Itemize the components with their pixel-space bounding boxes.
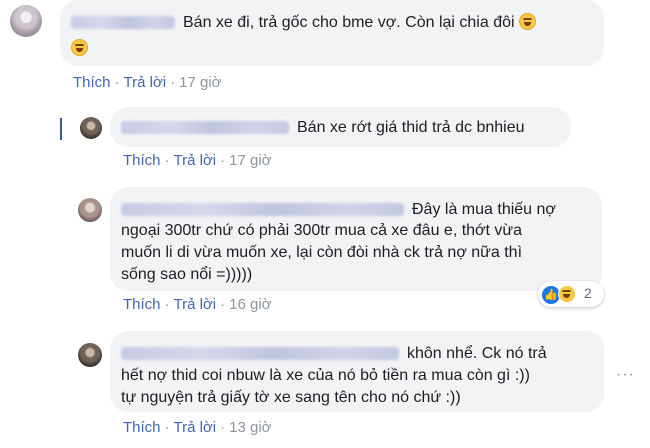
reply-link[interactable]: Trả lời	[174, 419, 217, 436]
grinning-squint-icon	[71, 39, 88, 56]
like-link[interactable]: Thích	[123, 152, 161, 169]
commenter-name-blurred[interactable]	[71, 16, 175, 30]
comment-bubble: Bán xe rớt giá thid trả dc bnhieu	[110, 107, 571, 147]
comment-text-line: ngoại 300tr chứ có phải 300tr mua cả xe …	[121, 222, 523, 239]
comment-bubble: khôn nhể. Ck nó trả hết nợ thid coi nbuw…	[110, 331, 604, 412]
reply-link[interactable]: Trả lời	[174, 152, 217, 169]
comment-text-line: hết nợ thid coi nbuw là xe của nó bỏ tiề…	[121, 367, 530, 384]
timestamp[interactable]: 13 giờ	[229, 419, 271, 436]
separator: ·	[164, 152, 170, 169]
comment-bubble: Đây là mua thiếu nợ ngoại 300tr chứ có p…	[110, 187, 602, 291]
separator: ·	[220, 296, 226, 313]
comment-text-line: muốn li di vừa muốn xe, lại còn đòi nhà …	[121, 244, 523, 261]
reaction-count: 2	[584, 285, 592, 301]
comment-actions: Thích · Trả lời · 13 giờ	[123, 419, 272, 436]
comment-text-line: sống sao nổi =)))))	[121, 266, 253, 283]
commenter-avatar[interactable]	[78, 343, 102, 367]
reactions-summary[interactable]: 👍 2	[538, 281, 604, 307]
like-link[interactable]: Thích	[73, 74, 111, 91]
commenter-name-blurred[interactable]	[121, 203, 404, 217]
comment-actions: Thích · Trả lời · 17 giờ	[73, 74, 222, 91]
comment-actions: Thích · Trả lời · 17 giờ	[123, 152, 272, 169]
separator: ·	[220, 152, 226, 169]
commenter-avatar[interactable]	[78, 198, 102, 222]
reply-link[interactable]: Trả lời	[124, 74, 167, 91]
like-link[interactable]: Thích	[123, 419, 161, 436]
comment-text: Bán xe rớt giá thid trả dc bnhieu	[297, 119, 525, 136]
separator: ·	[220, 419, 226, 436]
commenter-avatar[interactable]	[10, 5, 42, 37]
separator: ·	[164, 296, 170, 313]
comment-text-line: khôn nhể. Ck nó trả	[407, 345, 547, 362]
reply-thread-indicator	[60, 118, 62, 140]
comment-bubble: Bán xe đi, trả gốc cho bme vợ. Còn lại c…	[60, 0, 604, 66]
haha-icon	[558, 285, 576, 303]
more-options-icon[interactable]: ···	[616, 366, 635, 384]
comment-text: Bán xe đi, trả gốc cho bme vợ. Còn lại c…	[183, 14, 515, 31]
timestamp[interactable]: 17 giờ	[179, 74, 221, 91]
like-link[interactable]: Thích	[123, 296, 161, 313]
grinning-squint-icon	[519, 13, 537, 30]
timestamp[interactable]: 17 giờ	[229, 152, 271, 169]
comment-text-line: Đây là mua thiếu nợ	[412, 201, 556, 218]
separator: ·	[114, 74, 120, 91]
comment-actions: Thích · Trả lời · 16 giờ	[123, 296, 272, 313]
timestamp[interactable]: 16 giờ	[229, 296, 271, 313]
separator: ·	[170, 74, 176, 91]
reply-link[interactable]: Trả lời	[174, 296, 217, 313]
commenter-name-blurred[interactable]	[121, 347, 399, 361]
commenter-name-blurred[interactable]	[121, 121, 289, 135]
separator: ·	[164, 419, 170, 436]
comment-text-line: tự nguyện trả giấy tờ xe sang tên cho nó…	[121, 389, 461, 406]
commenter-avatar[interactable]	[80, 117, 102, 139]
